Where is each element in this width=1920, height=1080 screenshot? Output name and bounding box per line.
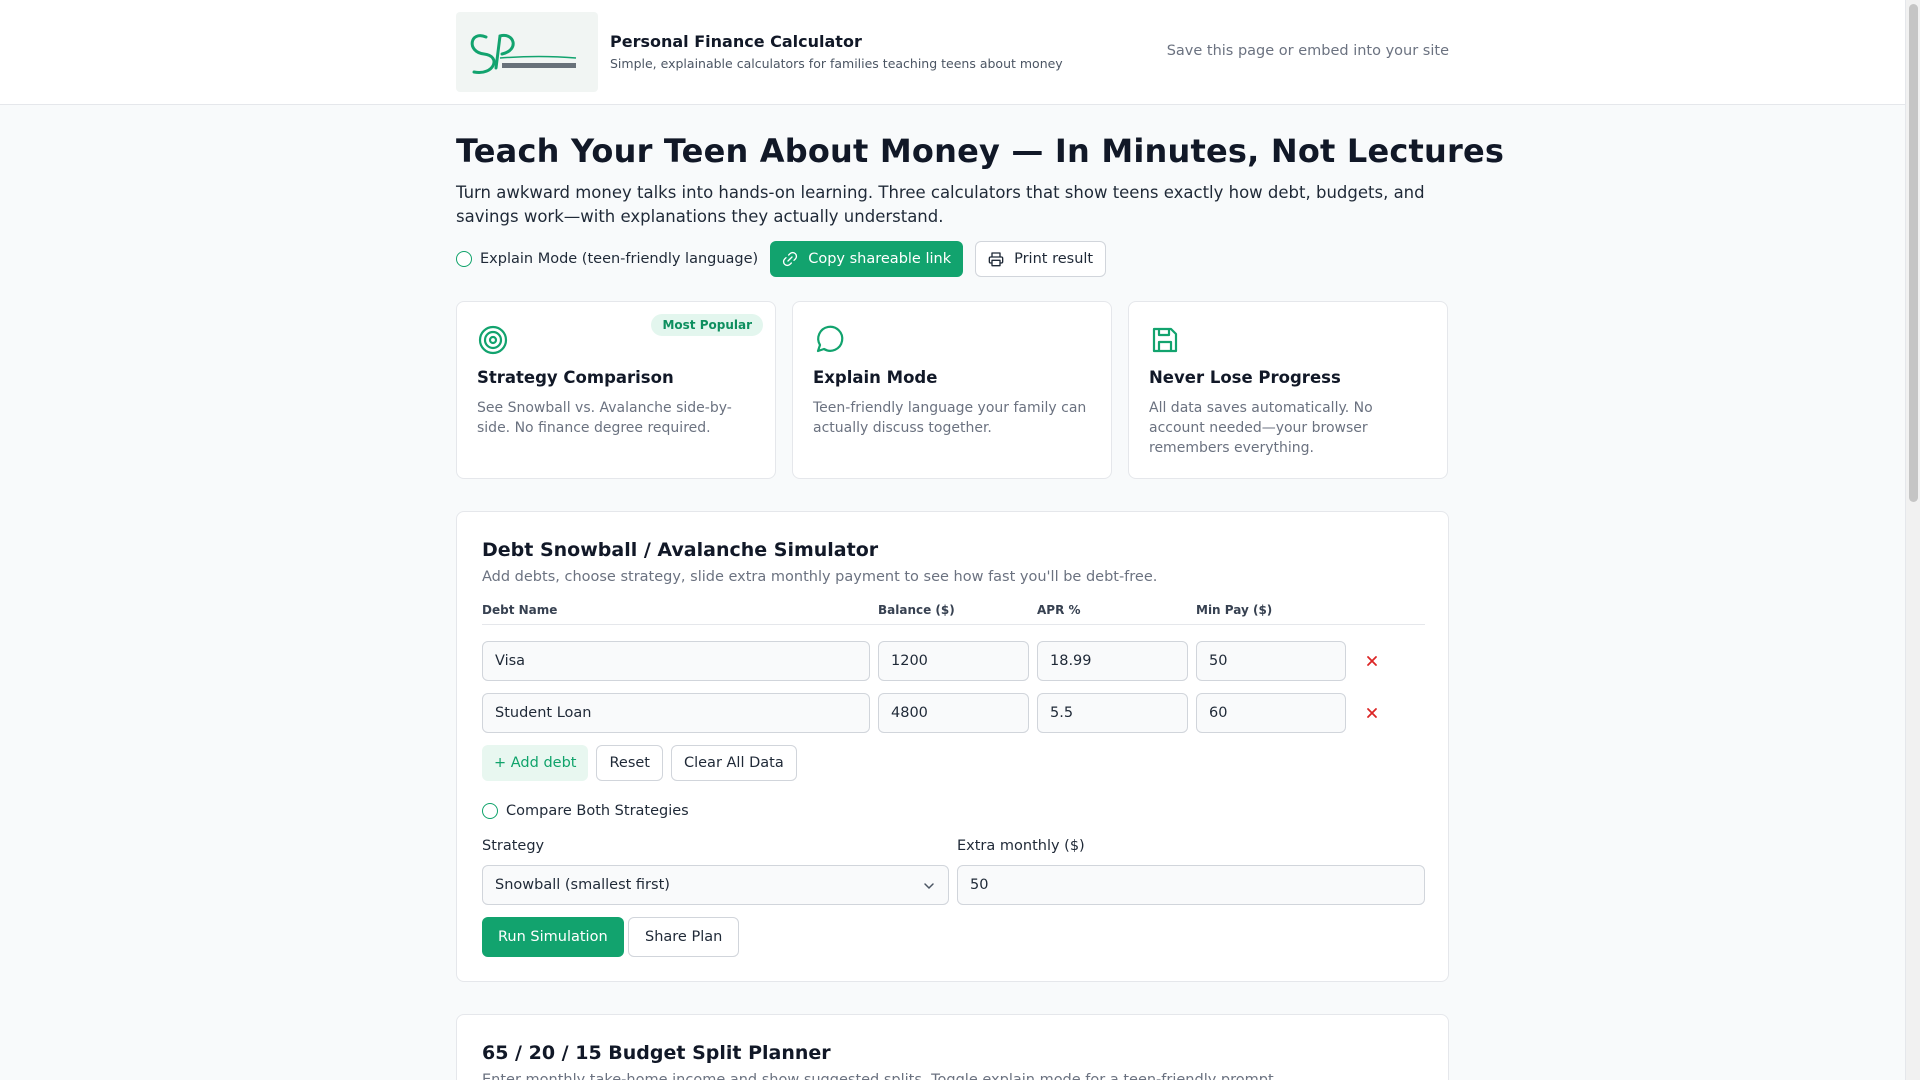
clear-all-data-button[interactable]: Clear All Data (670, 745, 797, 781)
feature-description: See Snowball vs. Avalanche side-by-side.… (477, 400, 732, 436)
strategy-select-value: Snowball (smallest first) (495, 877, 670, 893)
copy-link-label: Copy shareable link (808, 251, 952, 267)
app-title: Personal Finance Calculator (610, 32, 862, 51)
scrollbar-thumb[interactable] (1909, 4, 1918, 502)
feature-title: Strategy Comparison (477, 368, 674, 387)
apr-input[interactable]: 5.5 (1037, 693, 1188, 733)
hero-description: Turn awkward money talks into hands-on l… (456, 183, 1425, 226)
feature-title: Explain Mode (813, 368, 938, 387)
panel-title: Debt Snowball / Avalanche Simulator (482, 539, 879, 561)
delete-row-icon[interactable] (1364, 705, 1380, 721)
debt-simulator-panel: Debt Snowball / Avalanche Simulator Add … (456, 511, 1449, 982)
site-logo[interactable] (456, 12, 598, 92)
min-pay-input[interactable]: 60 (1196, 693, 1346, 733)
debt-name-input[interactable]: Visa (482, 641, 870, 681)
explain-mode-label: Explain Mode (teen-friendly language) (480, 251, 759, 267)
chevron-down-icon (924, 883, 934, 890)
explain-mode-toggle[interactable]: Explain Mode (teen-friendly language) (456, 251, 758, 267)
feature-card-strategy: Most Popular Strategy Comparison See Sno… (456, 301, 776, 479)
feature-card-progress: Never Lose Progress All data saves autom… (1128, 301, 1448, 479)
delete-row-icon[interactable] (1364, 653, 1380, 669)
column-header: Min Pay ($) (1196, 603, 1273, 617)
run-simulation-button[interactable]: Run Simulation (482, 917, 624, 957)
print-label: Print result (1014, 251, 1094, 267)
page-scrollbar[interactable] (1905, 0, 1920, 1080)
print-button[interactable]: Print result (975, 241, 1107, 277)
chat-bubble-icon (816, 325, 844, 353)
save-icon (1152, 327, 1178, 353)
feature-title: Never Lose Progress (1149, 368, 1341, 387)
compare-strategies-radio[interactable] (482, 803, 498, 819)
share-plan-button[interactable]: Share Plan (628, 917, 740, 957)
min-pay-input[interactable]: 50 (1196, 641, 1346, 681)
steady-plodding-logo-icon (470, 33, 577, 74)
action-toolbar: Explain Mode (teen-friendly language) Co… (456, 241, 1107, 277)
most-popular-badge: Most Popular (651, 314, 763, 336)
reset-button[interactable]: Reset (596, 745, 663, 781)
panel-subtitle: Enter monthly take-home income and show … (482, 1072, 1279, 1080)
copy-link-button[interactable]: Copy shareable link (770, 241, 964, 277)
compare-strategies-label: Compare Both Strategies (506, 803, 689, 819)
column-header: APR % (1037, 603, 1081, 617)
compare-strategies-toggle[interactable]: Compare Both Strategies (482, 803, 689, 819)
panel-title: 65 / 20 / 15 Budget Split Planner (482, 1042, 831, 1064)
strategy-label: Strategy (482, 838, 545, 854)
apr-input[interactable]: 18.99 (1037, 641, 1188, 681)
column-header: Debt Name (482, 603, 558, 617)
hero-title: Teach Your Teen About Money — In Minutes… (456, 132, 1505, 170)
strategy-select[interactable]: Snowball (smallest first) (482, 865, 949, 905)
top-header: Personal Finance Calculator Simple, expl… (0, 0, 1905, 105)
budget-split-panel: 65 / 20 / 15 Budget Split Planner Enter … (456, 1014, 1449, 1080)
feature-description: Teen-friendly language your family can a… (813, 400, 1087, 436)
feature-card-explain: Explain Mode Teen-friendly language your… (792, 301, 1112, 479)
column-header: Balance ($) (878, 603, 955, 617)
debt-table-header: Debt Name Balance ($) APR % Min Pay ($) (482, 603, 1425, 625)
balance-input[interactable]: 4800 (878, 693, 1029, 733)
balance-input[interactable]: 1200 (878, 641, 1029, 681)
extra-monthly-label: Extra monthly ($) (957, 838, 1085, 854)
panel-subtitle: Add debts, choose strategy, slide extra … (482, 569, 1158, 585)
link-icon (783, 251, 798, 267)
target-icon (478, 325, 508, 355)
add-debt-button[interactable]: + Add debt (482, 745, 589, 781)
explain-mode-radio[interactable] (456, 251, 472, 267)
debt-row-actions: + Add debt Reset Clear All Data (482, 745, 797, 781)
app-subtitle: Simple, explainable calculators for fami… (610, 56, 1063, 71)
save-embed-link[interactable]: Save this page or embed into your site (1167, 43, 1449, 59)
extra-monthly-input[interactable]: 50 (957, 865, 1425, 905)
debt-name-input[interactable]: Student Loan (482, 693, 870, 733)
printer-icon (988, 252, 1004, 267)
feature-description: All data saves automatically. No account… (1149, 400, 1373, 456)
